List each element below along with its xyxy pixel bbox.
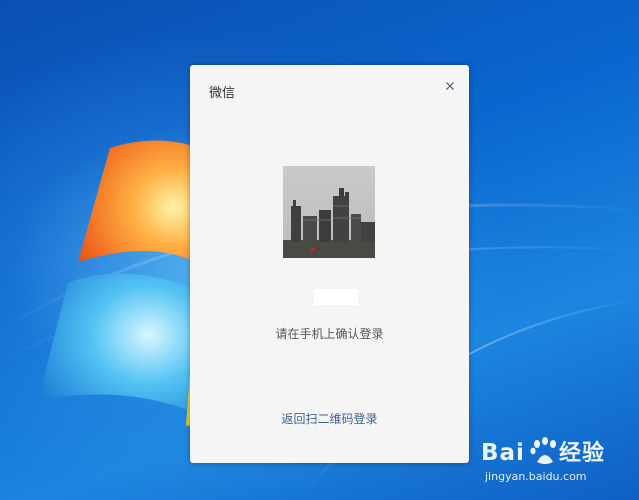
- wechat-login-dialog: 微信 请在手机上确认登录 返回扫二维码登录: [190, 65, 469, 463]
- close-button[interactable]: [442, 78, 458, 94]
- account-name-redaction: [314, 289, 358, 305]
- avatar-photo: [283, 166, 375, 258]
- baidu-jingyan-watermark: Bai 经验 jingyan.baidu.com: [481, 434, 631, 492]
- baidu-paw-icon: Bai 经验: [481, 437, 605, 466]
- watermark-logo: Bai 经验: [481, 434, 631, 474]
- svg-text:Bai: Bai: [481, 440, 525, 466]
- dialog-title: 微信: [209, 86, 236, 101]
- close-icon: [446, 82, 454, 90]
- svg-text:经验: 经验: [559, 440, 605, 466]
- watermark-url: jingyan.baidu.com: [485, 470, 587, 483]
- avatar: [283, 166, 375, 258]
- confirm-hint: 请在手机上确认登录: [275, 327, 384, 341]
- back-to-qr-login-link[interactable]: 返回扫二维码登录: [190, 410, 469, 427]
